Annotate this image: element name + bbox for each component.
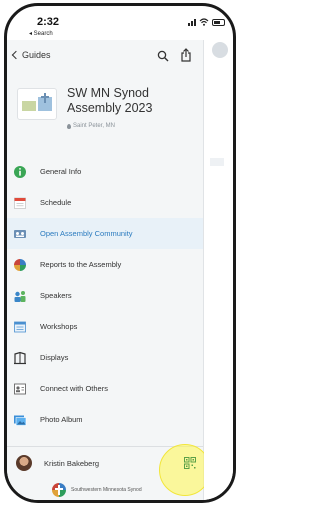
- menu-item-label: Open Assembly Community: [40, 229, 133, 238]
- organization-footer: Southwestern Minnesota Synod: [7, 480, 203, 500]
- phone-frame: 2:32 ◂ Search Guides SW MN Synod Assembl…: [4, 3, 236, 503]
- menu-item-label: Workshops: [40, 322, 78, 331]
- speakers-icon: [14, 290, 26, 302]
- chevron-left-icon: [11, 50, 21, 60]
- background-placeholder: [210, 158, 224, 166]
- qr-code-icon[interactable]: [184, 457, 196, 469]
- menu-item-label: Displays: [40, 353, 69, 362]
- back-button-label: Guides: [22, 50, 51, 60]
- menu-item-workshops[interactable]: Workshops: [7, 311, 203, 342]
- info-icon: [14, 165, 26, 178]
- event-location-label: Saint Peter, MN: [73, 123, 116, 129]
- battery-icon: [212, 19, 225, 26]
- nav-header: Guides: [7, 40, 203, 74]
- location-pin-icon: [67, 123, 71, 129]
- menu-item-connect[interactable]: Connect with Others: [7, 373, 203, 404]
- menu-item-speakers[interactable]: Speakers: [7, 280, 203, 311]
- menu-item-photo-album[interactable]: Photo Album: [7, 404, 203, 435]
- photo-icon: [14, 415, 27, 426]
- event-header: SW MN Synod Assembly 2023 Saint Peter, M…: [7, 74, 203, 152]
- search-icon[interactable]: [157, 50, 169, 62]
- menu-item-label: Connect with Others: [40, 384, 108, 393]
- event-logo: [17, 88, 57, 120]
- workshops-icon: [14, 321, 26, 332]
- menu-item-label: Schedule: [40, 198, 72, 207]
- organization-name: Southwestern Minnesota Synod: [71, 487, 142, 493]
- status-time: 2:32: [37, 16, 60, 28]
- share-icon[interactable]: [180, 48, 192, 62]
- menu-item-schedule[interactable]: Schedule: [7, 187, 203, 218]
- event-title: SW MN Synod Assembly 2023: [67, 86, 202, 116]
- synod-logo-icon: [52, 483, 66, 497]
- menu-item-label: Speakers: [40, 291, 72, 300]
- menu-list: General Info Schedule Open Assembly Comm…: [7, 156, 203, 435]
- wifi-icon: [199, 18, 209, 26]
- background-content[interactable]: [204, 40, 233, 500]
- displays-icon: [14, 351, 26, 364]
- side-menu: Guides SW MN Synod Assembly 2023 Saint P…: [7, 40, 211, 500]
- signal-icon: [188, 19, 196, 26]
- menu-item-open-assembly-community[interactable]: Open Assembly Community: [7, 218, 203, 249]
- status-icons: [188, 18, 225, 26]
- user-name: Kristin Bakeberg: [44, 459, 100, 468]
- community-icon: [14, 229, 26, 238]
- back-to-search-link[interactable]: ◂ Search: [29, 30, 53, 37]
- menu-item-label: General Info: [40, 167, 82, 176]
- menu-item-reports[interactable]: Reports to the Assembly: [7, 249, 203, 280]
- avatar: [16, 455, 32, 471]
- event-title-line1: SW MN Synod: [67, 86, 149, 100]
- event-title-line2: Assembly 2023: [67, 101, 153, 115]
- menu-item-general-info[interactable]: General Info: [7, 156, 203, 187]
- menu-item-label: Photo Album: [40, 415, 83, 424]
- event-location: Saint Peter, MN: [67, 123, 115, 129]
- menu-item-label: Reports to the Assembly: [40, 260, 122, 269]
- calendar-icon: [14, 197, 26, 209]
- status-bar: 2:32 ◂ Search: [7, 6, 233, 40]
- menu-item-displays[interactable]: Displays: [7, 342, 203, 373]
- connect-icon: [14, 383, 26, 394]
- back-button[interactable]: Guides: [11, 50, 51, 60]
- background-avatar: [212, 42, 228, 58]
- reports-icon: [14, 258, 26, 271]
- user-profile-row[interactable]: Kristin Bakeberg: [7, 444, 211, 496]
